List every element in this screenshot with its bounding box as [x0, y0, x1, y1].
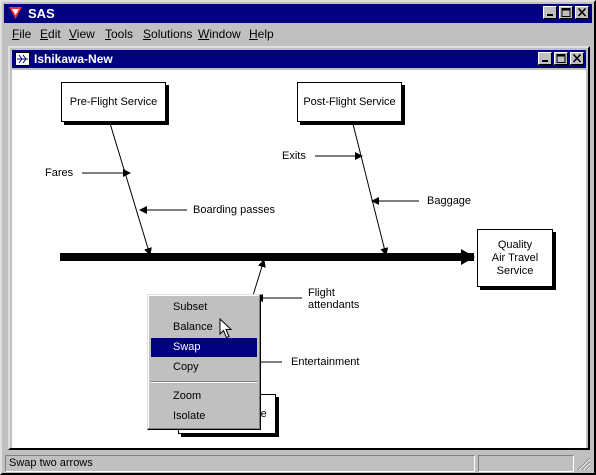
- status-message: Swap two arrows: [5, 455, 475, 472]
- cause-exits[interactable]: Exits: [282, 150, 306, 162]
- post-flight-box[interactable]: Post-Flight Service: [297, 82, 402, 122]
- menu-tools[interactable]: Tools: [105, 27, 133, 41]
- effect-line-1: Quality: [497, 238, 533, 251]
- close-button[interactable]: [575, 6, 589, 19]
- menu-view[interactable]: View: [69, 27, 95, 41]
- effect-line-3: Service: [496, 264, 534, 277]
- cause-fares[interactable]: Fares: [45, 167, 73, 179]
- maximize-button[interactable]: [559, 6, 573, 19]
- child-title-bar[interactable]: Ishikawa-New: [12, 50, 586, 68]
- context-item-zoom[interactable]: Zoom: [151, 387, 257, 406]
- menu-bar: File Edit View Tools Solutions Window He…: [4, 24, 592, 44]
- resize-grip-icon[interactable]: [577, 457, 591, 471]
- sas-logo-icon: [9, 7, 22, 19]
- context-separator: [151, 381, 257, 383]
- maximize-icon: [556, 54, 566, 63]
- flight-attendants-line-2: attendants: [308, 299, 360, 311]
- pre-flight-branch: [108, 119, 152, 256]
- cause-flight-attendants[interactable]: Flight attendants: [308, 287, 359, 311]
- status-pane-2: [478, 455, 574, 472]
- context-menu: Subset Balance Swap Copy Zoom Isolate: [147, 294, 261, 430]
- cause-baggage[interactable]: Baggage: [427, 195, 471, 207]
- close-icon: [577, 8, 587, 17]
- menu-help[interactable]: Help: [249, 27, 274, 41]
- effect-box[interactable]: Quality Air Travel Service: [477, 229, 553, 287]
- pre-flight-box[interactable]: Pre-Flight Service: [61, 82, 166, 122]
- post-flight-branch: [351, 119, 389, 256]
- cause-entertainment[interactable]: Entertainment: [291, 356, 359, 368]
- mdi-workspace: Ishikawa-New Pre-Flight Service Post-Fli…: [6, 46, 592, 452]
- close-icon: [572, 54, 582, 63]
- minimize-icon: [542, 60, 548, 62]
- menu-window[interactable]: Window: [198, 27, 241, 41]
- child-title: Ishikawa-New: [34, 52, 113, 66]
- effect-line-2: Air Travel: [491, 251, 539, 264]
- child-maximize-button[interactable]: [554, 52, 568, 65]
- context-item-copy[interactable]: Copy: [151, 358, 257, 377]
- context-item-subset[interactable]: Subset: [151, 298, 257, 317]
- diagram-icon: [15, 52, 30, 66]
- menu-edit[interactable]: Edit: [40, 27, 61, 41]
- flight-attendants-line-1: Flight: [308, 287, 335, 299]
- maximize-icon: [561, 8, 571, 17]
- context-item-balance[interactable]: Balance: [151, 318, 257, 337]
- menu-file[interactable]: File: [12, 27, 31, 41]
- context-item-isolate[interactable]: Isolate: [151, 407, 257, 426]
- context-item-swap[interactable]: Swap: [151, 338, 257, 357]
- status-bar: Swap two arrows: [4, 454, 592, 473]
- title-bar[interactable]: SAS: [4, 4, 592, 23]
- diagram-canvas[interactable]: Pre-Flight Service Post-Flight Service I…: [12, 70, 586, 448]
- main-window: SAS File Edit View Tools Solutions Windo…: [0, 0, 596, 475]
- child-close-button[interactable]: [570, 52, 584, 65]
- minimize-button[interactable]: [543, 6, 557, 19]
- child-minimize-button[interactable]: [538, 52, 552, 65]
- ishikawa-window: Ishikawa-New Pre-Flight Service Post-Fli…: [8, 46, 590, 450]
- mouse-pointer-icon: [219, 318, 233, 339]
- app-title: SAS: [28, 6, 55, 21]
- minimize-icon: [547, 14, 553, 16]
- cause-boarding[interactable]: Boarding passes: [193, 204, 275, 216]
- menu-solutions[interactable]: Solutions: [143, 27, 192, 41]
